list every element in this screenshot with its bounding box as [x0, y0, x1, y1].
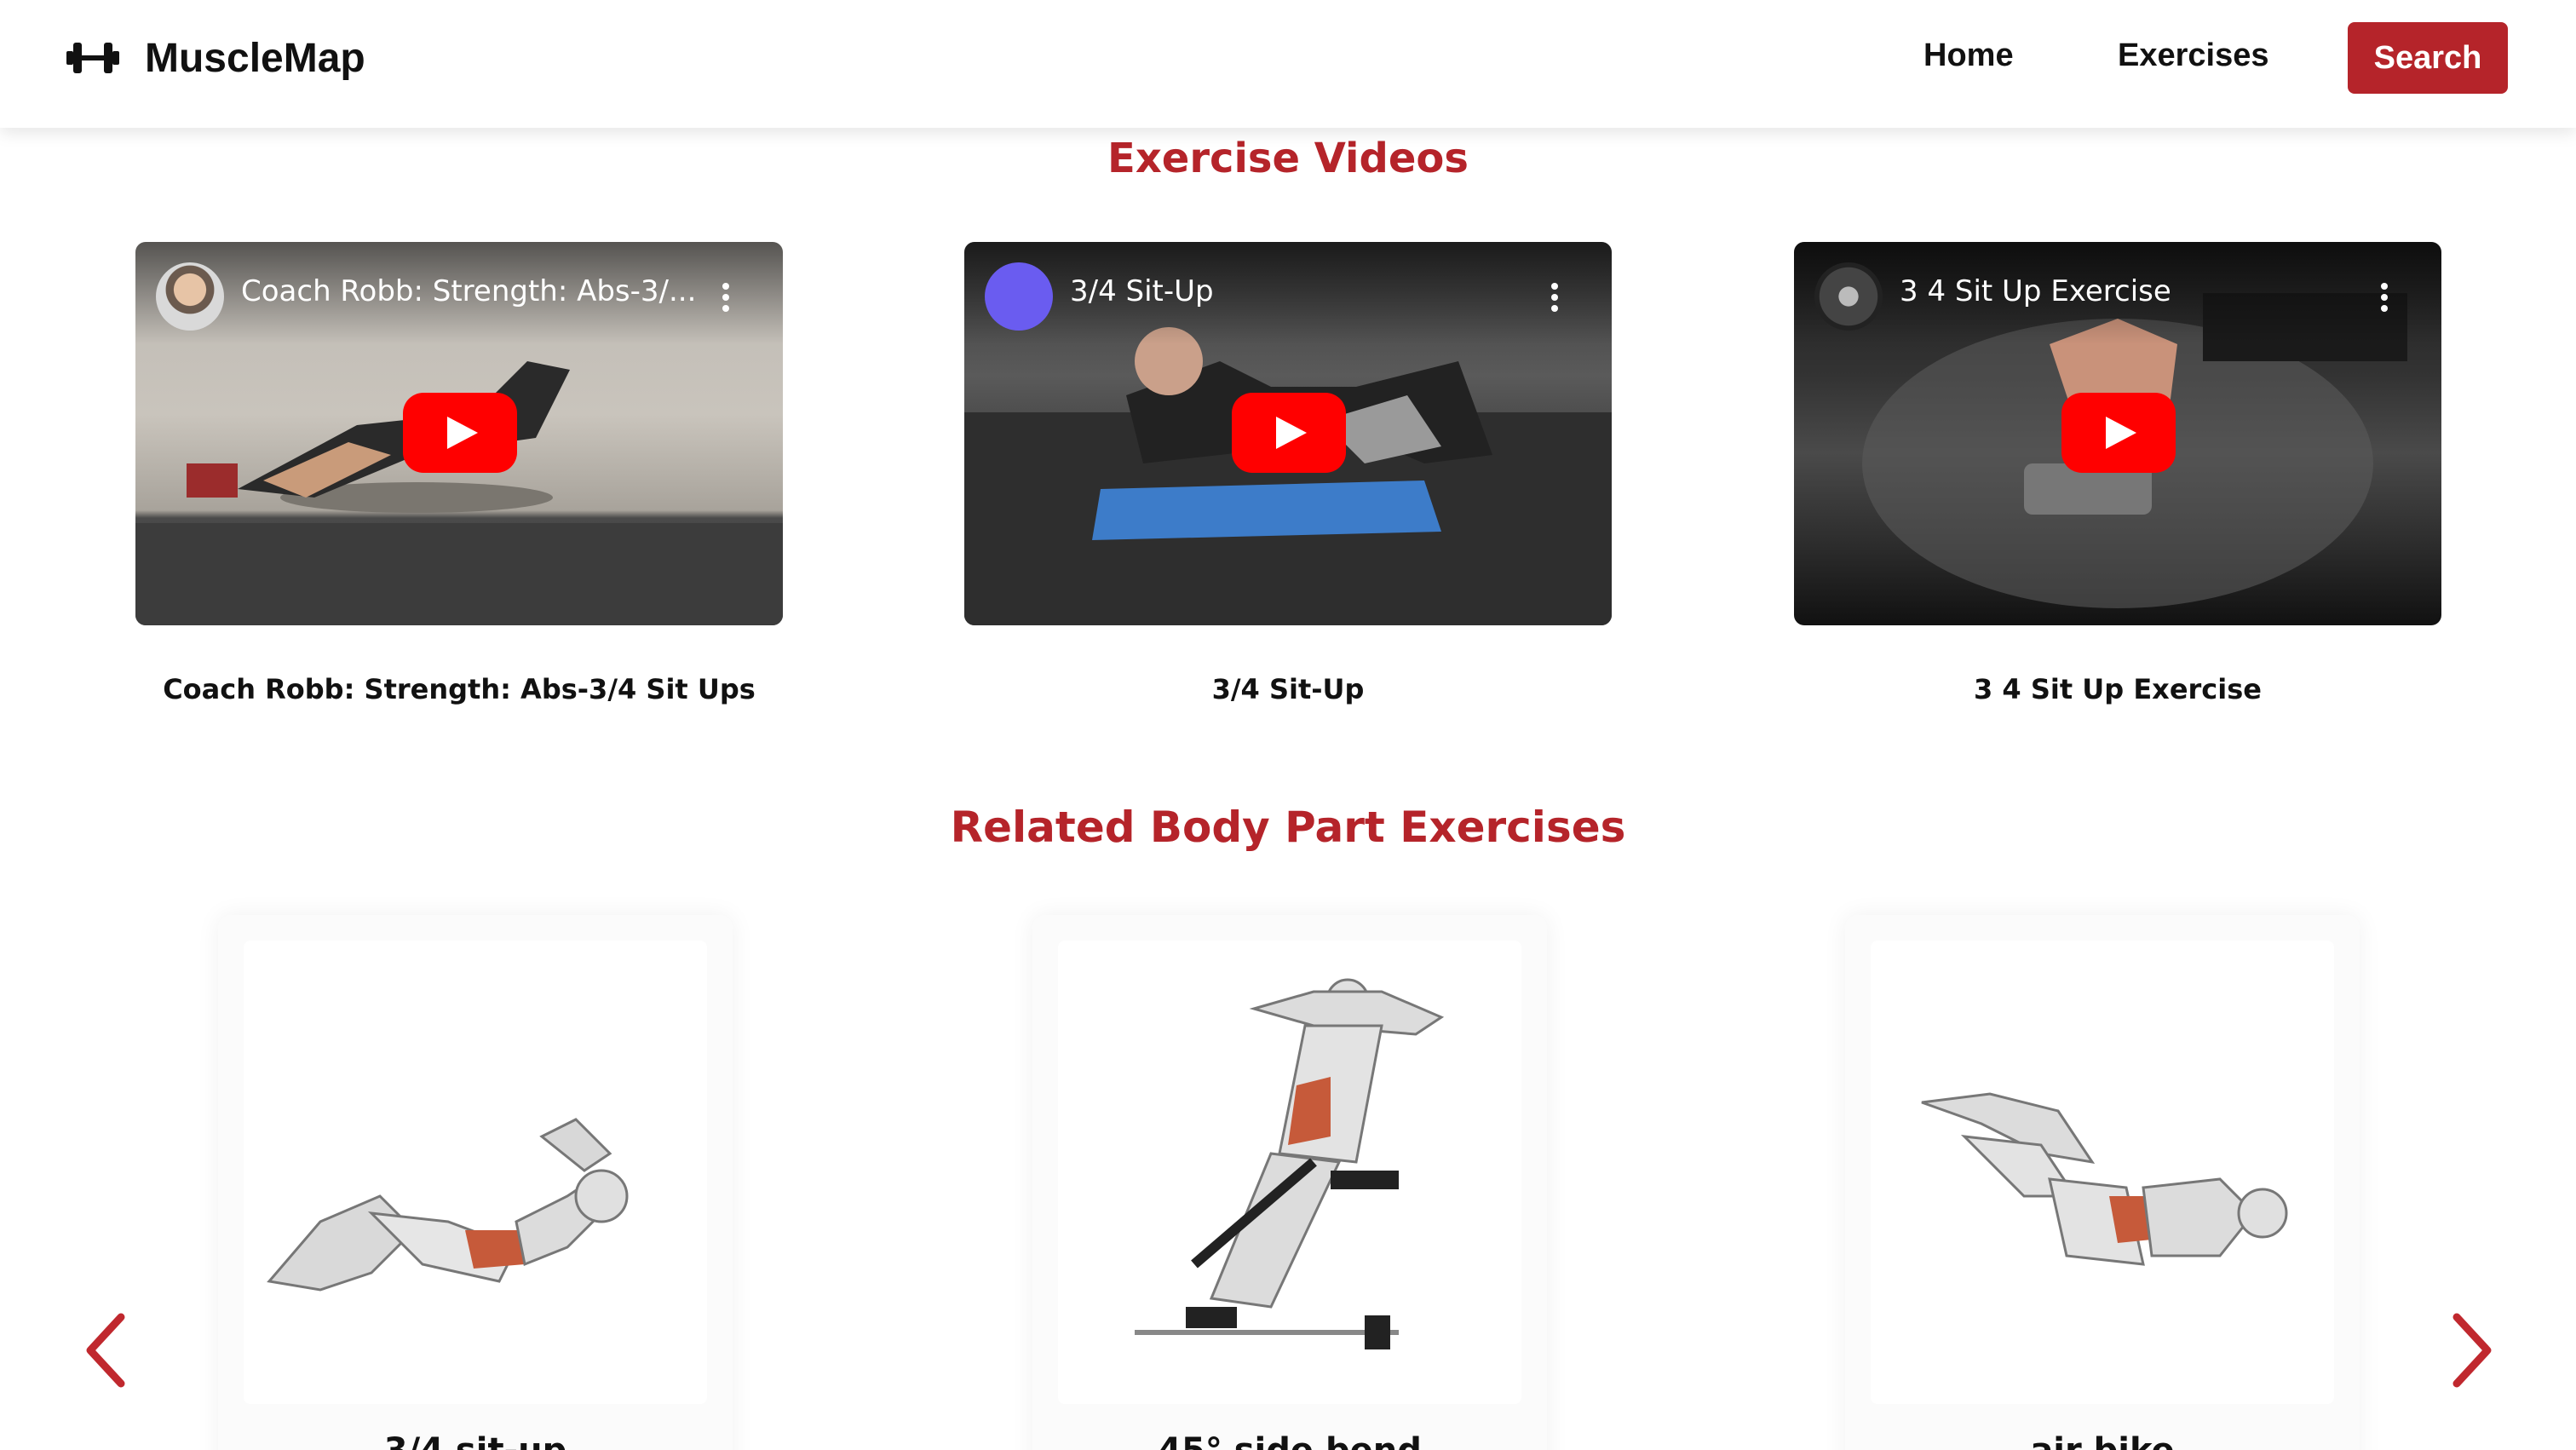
- play-button-icon[interactable]: [403, 393, 517, 473]
- nav-link-exercises[interactable]: Exercises: [2118, 37, 2269, 74]
- more-options-icon[interactable]: [722, 283, 730, 314]
- video-caption-3: 3 4 Sit Up Exercise: [1974, 673, 2262, 705]
- channel-avatar[interactable]: [1814, 262, 1883, 331]
- exercise-card-3[interactable]: air bike: [1845, 915, 2360, 1450]
- exercise-card-2[interactable]: 45° side bend: [1032, 915, 1547, 1450]
- navbar: MuscleMap Home Exercises Search: [0, 0, 2576, 128]
- chevron-right-icon[interactable]: [2445, 1312, 2496, 1389]
- exercise-name: 3/4 sit-up: [218, 1431, 733, 1450]
- brand-name: MuscleMap: [145, 35, 365, 81]
- video-player-3[interactable]: 3 4 Sit Up Exercise: [1794, 242, 2441, 625]
- related-section-title: Related Body Part Exercises: [950, 803, 1626, 852]
- exercise-image: [1058, 941, 1521, 1404]
- brand-logo[interactable]: MuscleMap: [66, 32, 365, 83]
- video-overlay-title[interactable]: 3/4 Sit-Up: [1070, 274, 1530, 308]
- exercise-name: 45° side bend: [1032, 1431, 1547, 1450]
- play-button-icon[interactable]: [1232, 393, 1346, 473]
- search-button[interactable]: Search: [2348, 22, 2508, 94]
- exercise-image: [244, 941, 707, 1404]
- more-options-icon[interactable]: [1550, 283, 1559, 314]
- exercise-card-1[interactable]: 3/4 sit-up: [218, 915, 733, 1450]
- exercise-image: [1871, 941, 2334, 1404]
- more-options-icon[interactable]: [2380, 283, 2389, 314]
- chevron-left-icon[interactable]: [82, 1312, 133, 1389]
- video-caption-1: Coach Robb: Strength: Abs-3/4 Sit Ups: [163, 673, 756, 705]
- videos-section-title: Exercise Videos: [1107, 135, 1469, 182]
- channel-avatar[interactable]: [985, 262, 1053, 331]
- video-overlay-title[interactable]: Coach Robb: Strength: Abs-3/...: [241, 274, 701, 308]
- video-player-1[interactable]: Coach Robb: Strength: Abs-3/...: [135, 242, 783, 625]
- play-button-icon[interactable]: [2061, 393, 2176, 473]
- video-overlay-title[interactable]: 3 4 Sit Up Exercise: [1900, 274, 2360, 308]
- exercise-name: air bike: [1845, 1431, 2360, 1450]
- video-player-2[interactable]: 3/4 Sit-Up: [964, 242, 1612, 625]
- dumbbell-icon: [66, 43, 119, 73]
- channel-avatar[interactable]: [156, 262, 224, 331]
- video-caption-2: 3/4 Sit-Up: [1211, 673, 1365, 705]
- nav-link-home[interactable]: Home: [1923, 37, 2014, 74]
